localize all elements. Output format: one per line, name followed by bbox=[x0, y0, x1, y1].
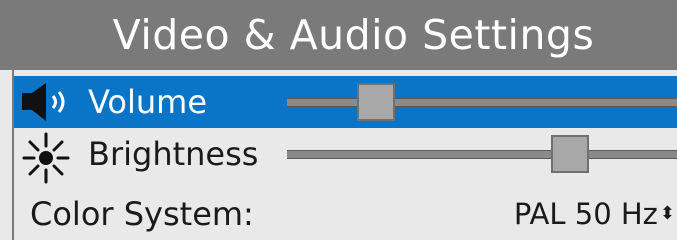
brightness-label: Brightness bbox=[88, 135, 259, 173]
brightness-row[interactable]: Brightness bbox=[14, 128, 677, 184]
color-system-row[interactable]: Color System: PAL 50 Hz ⬍ bbox=[14, 188, 677, 240]
sun-icon bbox=[20, 132, 72, 188]
color-system-label: Color System: bbox=[30, 195, 254, 233]
page-title: Video & Audio Settings bbox=[112, 11, 595, 59]
brightness-slider[interactable] bbox=[287, 128, 677, 180]
settings-window: Video & Audio Settings Volume Brightness… bbox=[0, 0, 677, 240]
color-system-value: PAL 50 Hz bbox=[513, 197, 658, 231]
volume-slider[interactable] bbox=[287, 76, 677, 128]
color-system-select[interactable]: PAL 50 Hz ⬍ bbox=[514, 188, 675, 240]
brightness-slider-track[interactable] bbox=[287, 150, 677, 159]
brightness-slider-thumb[interactable] bbox=[551, 135, 589, 173]
volume-slider-track[interactable] bbox=[287, 98, 677, 107]
speaker-icon bbox=[20, 80, 82, 128]
volume-slider-thumb[interactable] bbox=[357, 83, 395, 121]
title-bar: Video & Audio Settings bbox=[0, 0, 677, 70]
volume-label: Volume bbox=[88, 83, 208, 121]
volume-row[interactable]: Volume bbox=[14, 76, 677, 128]
up-down-arrows-icon[interactable]: ⬍ bbox=[660, 205, 675, 223]
